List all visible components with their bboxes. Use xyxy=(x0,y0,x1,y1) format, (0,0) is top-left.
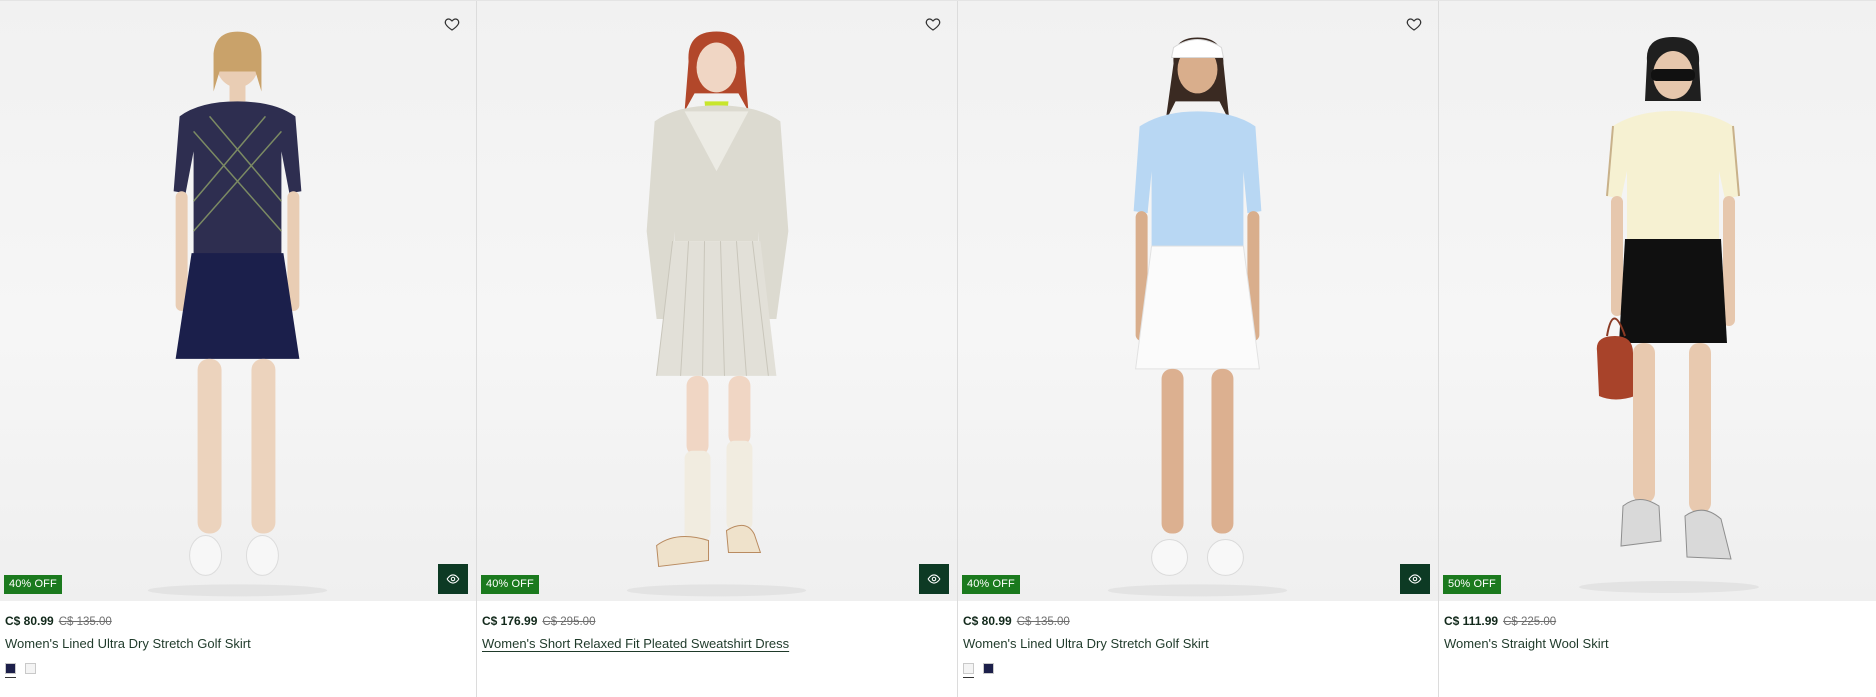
model-photo xyxy=(147,31,328,597)
wishlist-button[interactable] xyxy=(1404,15,1424,35)
original-price: C$ 225.00 xyxy=(1503,616,1557,628)
original-price: C$ 295.00 xyxy=(542,616,596,628)
product-info: C$ 111.99 C$ 225.00 Women's Straight Woo… xyxy=(1439,601,1876,653)
eye-icon xyxy=(446,574,460,584)
sale-price: C$ 80.99 xyxy=(963,614,1012,628)
color-swatches xyxy=(5,663,471,679)
discount-badge: 40% OFF xyxy=(481,575,539,594)
product-image[interactable]: 40% OFF xyxy=(0,1,476,601)
price-row: C$ 111.99 C$ 225.00 xyxy=(1444,614,1871,629)
heart-outline-icon xyxy=(1406,17,1422,31)
product-card[interactable]: 50% OFF C$ 111.99 C$ 225.00 Women's Stra… xyxy=(1439,1,1876,697)
product-grid: 40% OFF C$ 80.99 C$ 135.00 Women's Lined… xyxy=(0,0,1876,697)
product-image[interactable]: 40% OFF xyxy=(958,1,1438,601)
original-price: C$ 135.00 xyxy=(1016,616,1070,628)
model-photo xyxy=(626,31,807,597)
eye-icon xyxy=(927,574,941,584)
sale-price: C$ 176.99 xyxy=(482,614,538,628)
color-swatches xyxy=(963,663,1433,679)
product-title-link[interactable]: Women's Short Relaxed Fit Pleated Sweats… xyxy=(482,635,789,653)
quick-view-button[interactable] xyxy=(919,564,949,594)
discount-badge: 50% OFF xyxy=(1443,575,1501,594)
discount-badge: 40% OFF xyxy=(962,575,1020,594)
product-card[interactable]: 40% OFF C$ 80.99 C$ 135.00 Women's Lined… xyxy=(958,1,1439,697)
swatch-white[interactable] xyxy=(25,663,36,674)
price-row: C$ 80.99 C$ 135.00 xyxy=(963,614,1433,629)
quick-view-button[interactable] xyxy=(1400,564,1430,594)
product-title-link[interactable]: Women's Lined Ultra Dry Stretch Golf Ski… xyxy=(5,635,251,653)
product-image[interactable]: 40% OFF xyxy=(477,1,957,601)
swatch-navy[interactable] xyxy=(983,663,994,674)
product-info: C$ 80.99 C$ 135.00 Women's Lined Ultra D… xyxy=(0,601,476,679)
sale-price: C$ 111.99 xyxy=(1444,614,1499,628)
eye-icon xyxy=(1408,574,1422,584)
product-title-link[interactable]: Women's Lined Ultra Dry Stretch Golf Ski… xyxy=(963,635,1209,653)
product-image[interactable]: 50% OFF xyxy=(1439,1,1876,601)
discount-badge: 40% OFF xyxy=(4,575,62,594)
wishlist-button[interactable] xyxy=(923,15,943,35)
heart-outline-icon xyxy=(925,17,941,31)
product-info: C$ 176.99 C$ 295.00 Women's Short Relaxe… xyxy=(477,601,957,653)
sale-price: C$ 80.99 xyxy=(5,614,54,628)
heart-outline-icon xyxy=(444,17,460,31)
product-title-link[interactable]: Women's Straight Wool Skirt xyxy=(1444,635,1609,653)
swatch-white[interactable] xyxy=(963,663,974,678)
product-info: C$ 80.99 C$ 135.00 Women's Lined Ultra D… xyxy=(958,601,1438,679)
price-row: C$ 80.99 C$ 135.00 xyxy=(5,614,471,629)
model-photo xyxy=(1579,37,1759,593)
model-photo xyxy=(1107,37,1288,597)
quick-view-button[interactable] xyxy=(438,564,468,594)
product-card[interactable]: 40% OFF C$ 176.99 C$ 295.00 Women's Shor… xyxy=(477,1,958,697)
wishlist-button[interactable] xyxy=(442,15,462,35)
original-price: C$ 135.00 xyxy=(58,616,112,628)
swatch-navy[interactable] xyxy=(5,663,16,678)
product-card[interactable]: 40% OFF C$ 80.99 C$ 135.00 Women's Lined… xyxy=(0,1,477,697)
price-row: C$ 176.99 C$ 295.00 xyxy=(482,614,952,629)
